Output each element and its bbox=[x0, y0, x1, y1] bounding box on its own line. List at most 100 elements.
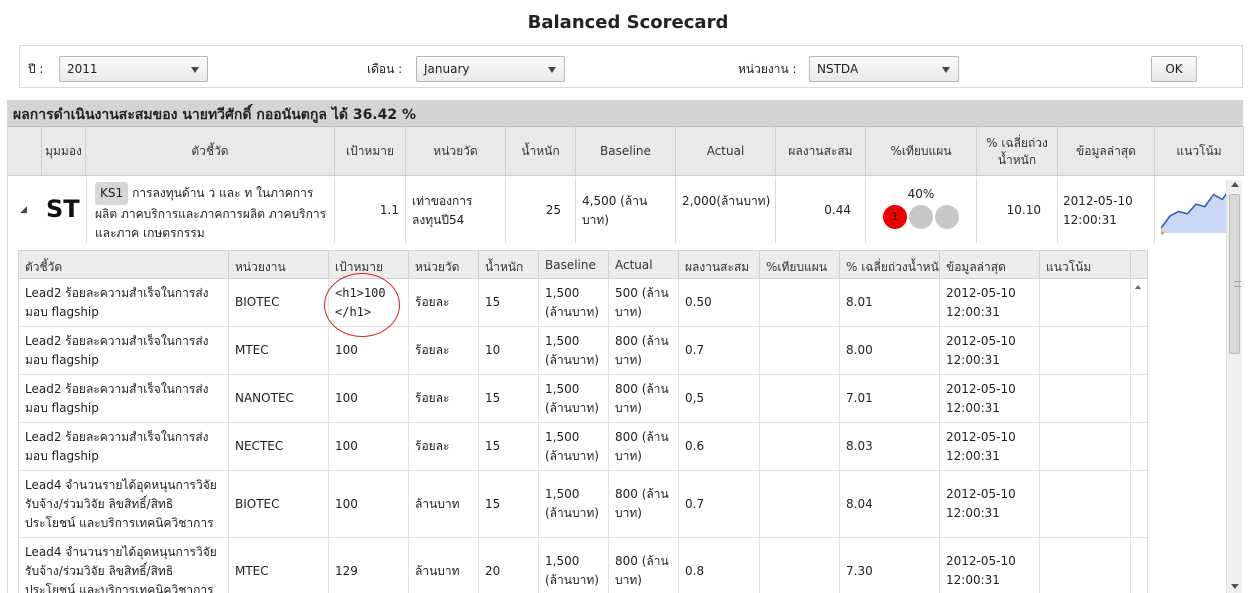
gray-light-icon bbox=[909, 205, 933, 229]
detail-header-trend[interactable]: แนวโน้ม bbox=[1040, 251, 1131, 279]
detail-avg-text: 8.01 bbox=[846, 295, 873, 309]
detail-actual: 800 (ล้าน บาท) bbox=[609, 327, 679, 374]
table-row[interactable]: Lead2 ร้อยละความสำเร็จในการส่งมอบ flagsh… bbox=[19, 279, 1147, 327]
detail-header-latest[interactable]: ข้อมูลล่าสุด bbox=[940, 251, 1040, 279]
detail-target: 100 bbox=[329, 375, 409, 422]
detail-latest-text: 2012-05-10 12:00:31 bbox=[946, 381, 1016, 415]
detail-accumulated-text: 0.7 bbox=[685, 496, 705, 511]
chevron-down-icon bbox=[548, 67, 556, 73]
scorecard-row[interactable]: ◢ ST KS1 การลงทุนด้าน ว และ ท ในภาคการผลิ… bbox=[8, 177, 1244, 243]
scroll-down-arrow-icon[interactable] bbox=[1231, 584, 1239, 589]
detail-avg-text: 7.01 bbox=[846, 391, 873, 405]
header-plan-percent[interactable]: %เทียบแผน bbox=[866, 127, 977, 176]
detail-target-text: 100 bbox=[335, 343, 358, 357]
detail-header-baseline[interactable]: Baseline bbox=[539, 251, 609, 279]
detail-baseline-text: 1,500 (ล้านบาท) bbox=[545, 285, 599, 319]
detail-avg: 7.30 bbox=[840, 538, 940, 593]
detail-baseline: 1,500 (ล้านบาท) bbox=[539, 279, 609, 326]
page: Balanced Scorecard ปี : 2011 เดือน : Jan… bbox=[0, 0, 1256, 593]
grip-icon bbox=[1234, 281, 1241, 287]
perspective-code: ST bbox=[46, 195, 80, 223]
detail-baseline-text: 1,500 (ล้านบาท) bbox=[545, 554, 599, 587]
detail-weight: 15 bbox=[479, 375, 539, 422]
detail-baseline: 1,500 (ล้านบาท) bbox=[539, 327, 609, 374]
detail-header-kpi[interactable]: ตัวชี้วัด bbox=[19, 251, 229, 279]
header-latest[interactable]: ข้อมูลล่าสุด bbox=[1058, 127, 1155, 176]
ok-button[interactable]: OK bbox=[1151, 56, 1197, 82]
month-label: เดือน : bbox=[367, 62, 403, 76]
month-select-value: January bbox=[424, 62, 470, 76]
header-kpi[interactable]: ตัวชี้วัด bbox=[86, 127, 335, 176]
detail-trend bbox=[1040, 538, 1131, 593]
detail-kpi: Lead2 ร้อยละความสำเร็จในการส่งมอบ flagsh… bbox=[19, 375, 229, 422]
trend-start-point bbox=[1161, 231, 1164, 235]
scroll-up-arrow-icon[interactable] bbox=[1231, 182, 1239, 187]
detail-target-text: 100 bbox=[335, 391, 358, 405]
table-row[interactable]: Lead4 จำนวนรายได้อุดหนุนการวิจัย รับจ้าง… bbox=[19, 471, 1147, 538]
header-accumulated[interactable]: ผลงานสะสม bbox=[776, 127, 866, 176]
detail-header-weight[interactable]: น้ำหนัก bbox=[479, 251, 539, 279]
detail-baseline-text: 1,500 (ล้านบาท) bbox=[545, 381, 599, 415]
collapse-triangle-icon[interactable]: ◢ bbox=[20, 205, 27, 215]
actual-cell: 2,000(ล้านบาท) bbox=[676, 177, 776, 243]
detail-accumulated-text: 0.8 bbox=[685, 563, 705, 578]
header-unit[interactable]: หน่วยวัด bbox=[406, 127, 506, 176]
detail-header-plan[interactable]: %เทียบแผน bbox=[760, 251, 840, 279]
vertical-scrollbar[interactable] bbox=[1226, 180, 1242, 593]
detail-kpi-text: Lead2 ร้อยละความสำเร็จในการส่งมอบ flagsh… bbox=[25, 381, 209, 415]
detail-weight-text: 15 bbox=[485, 295, 501, 309]
table-row[interactable]: Lead4 จำนวนรายได้อุดหนุนการวิจัย รับจ้าง… bbox=[19, 538, 1147, 593]
detail-header-actual[interactable]: Actual bbox=[609, 251, 679, 279]
detail-actual-text: 800 (ล้าน บาท) bbox=[615, 554, 669, 587]
traffic-lights: 1 bbox=[866, 205, 976, 229]
detail-agency: MTEC bbox=[229, 538, 329, 593]
header-target[interactable]: เป้าหมาย bbox=[335, 127, 406, 176]
detail-plan bbox=[760, 327, 840, 374]
detail-baseline: 1,500 (ล้านบาท) bbox=[539, 423, 609, 470]
red-light-icon: 1 bbox=[883, 205, 907, 229]
detail-accumulated: 0,5 bbox=[679, 375, 760, 422]
trend-sparkline bbox=[1161, 186, 1231, 235]
detail-header-unit[interactable]: หน่วยวัด bbox=[409, 251, 479, 279]
chevron-down-icon bbox=[942, 67, 950, 73]
year-select[interactable]: 2011 bbox=[59, 56, 208, 82]
detail-header-agency[interactable]: หน่วยงาน bbox=[229, 251, 329, 279]
header-avg-weighted[interactable]: % เฉลี่ยถ่วงน้ำหนัก bbox=[977, 127, 1058, 176]
detail-scrollbar[interactable] bbox=[1131, 279, 1147, 299]
unit-select[interactable]: NSTDA bbox=[809, 56, 959, 82]
detail-latest: 2012-05-10 12:00:31 bbox=[940, 279, 1040, 326]
header-weight[interactable]: น้ำหนัก bbox=[506, 127, 576, 176]
detail-accumulated-text: 0.50 bbox=[685, 295, 712, 309]
detail-target: 100 bbox=[329, 471, 409, 537]
table-row[interactable]: Lead2 ร้อยละความสำเร็จในการส่งมอบ flagsh… bbox=[19, 423, 1147, 471]
detail-agency-text: BIOTEC bbox=[235, 295, 280, 309]
kpi-code-badge[interactable]: KS1 bbox=[95, 182, 129, 205]
detail-header-accumulated[interactable]: ผลงานสะสม bbox=[679, 251, 760, 279]
detail-header-avg[interactable]: % เฉลี่ยถ่วงน้ำหนัก bbox=[840, 251, 940, 279]
header-perspective[interactable]: มุมมอง bbox=[42, 127, 86, 176]
header-actual[interactable]: Actual bbox=[676, 127, 776, 176]
plan-percent: 40% bbox=[907, 187, 935, 201]
detail-kpi-text: Lead2 ร้อยละความสำเร็จในการส่งมอบ flagsh… bbox=[25, 429, 209, 463]
month-select[interactable]: January bbox=[416, 56, 565, 82]
trend-cell[interactable] bbox=[1155, 177, 1231, 243]
target-cell: 1.1 bbox=[335, 177, 406, 243]
detail-target-text: 100 bbox=[335, 496, 358, 511]
detail-avg-text: 7.30 bbox=[846, 563, 873, 578]
detail-actual-text: 500 (ล้าน บาท) bbox=[615, 285, 669, 319]
plan-cell: 40% 1 bbox=[866, 177, 977, 243]
header-baseline[interactable]: Baseline bbox=[576, 127, 676, 176]
detail-table: ตัวชี้วัด หน่วยงาน เป้าหมาย หน่วยวัด น้ำ… bbox=[18, 250, 1148, 593]
detail-weight: 15 bbox=[479, 471, 539, 537]
detail-kpi-text: Lead2 ร้อยละความสำเร็จในการส่งมอบ flagsh… bbox=[25, 333, 209, 367]
header-trend[interactable]: แนวโน้ม bbox=[1155, 127, 1244, 176]
table-row[interactable]: Lead2 ร้อยละความสำเร็จในการส่งมอบ flagsh… bbox=[19, 327, 1147, 375]
detail-agency-text: MTEC bbox=[235, 563, 269, 578]
table-row[interactable]: Lead2 ร้อยละความสำเร็จในการส่งมอบ flagsh… bbox=[19, 375, 1147, 423]
detail-unit-text: ร้อยละ bbox=[415, 343, 450, 357]
scrollbar-thumb[interactable] bbox=[1229, 194, 1241, 354]
scroll-up-arrow-icon[interactable] bbox=[1135, 285, 1141, 289]
detail-unit-text: ร้อยละ bbox=[415, 391, 450, 405]
detail-actual-text: 800 (ล้าน บาท) bbox=[615, 333, 669, 367]
detail-actual: 800 (ล้าน บาท) bbox=[609, 423, 679, 470]
